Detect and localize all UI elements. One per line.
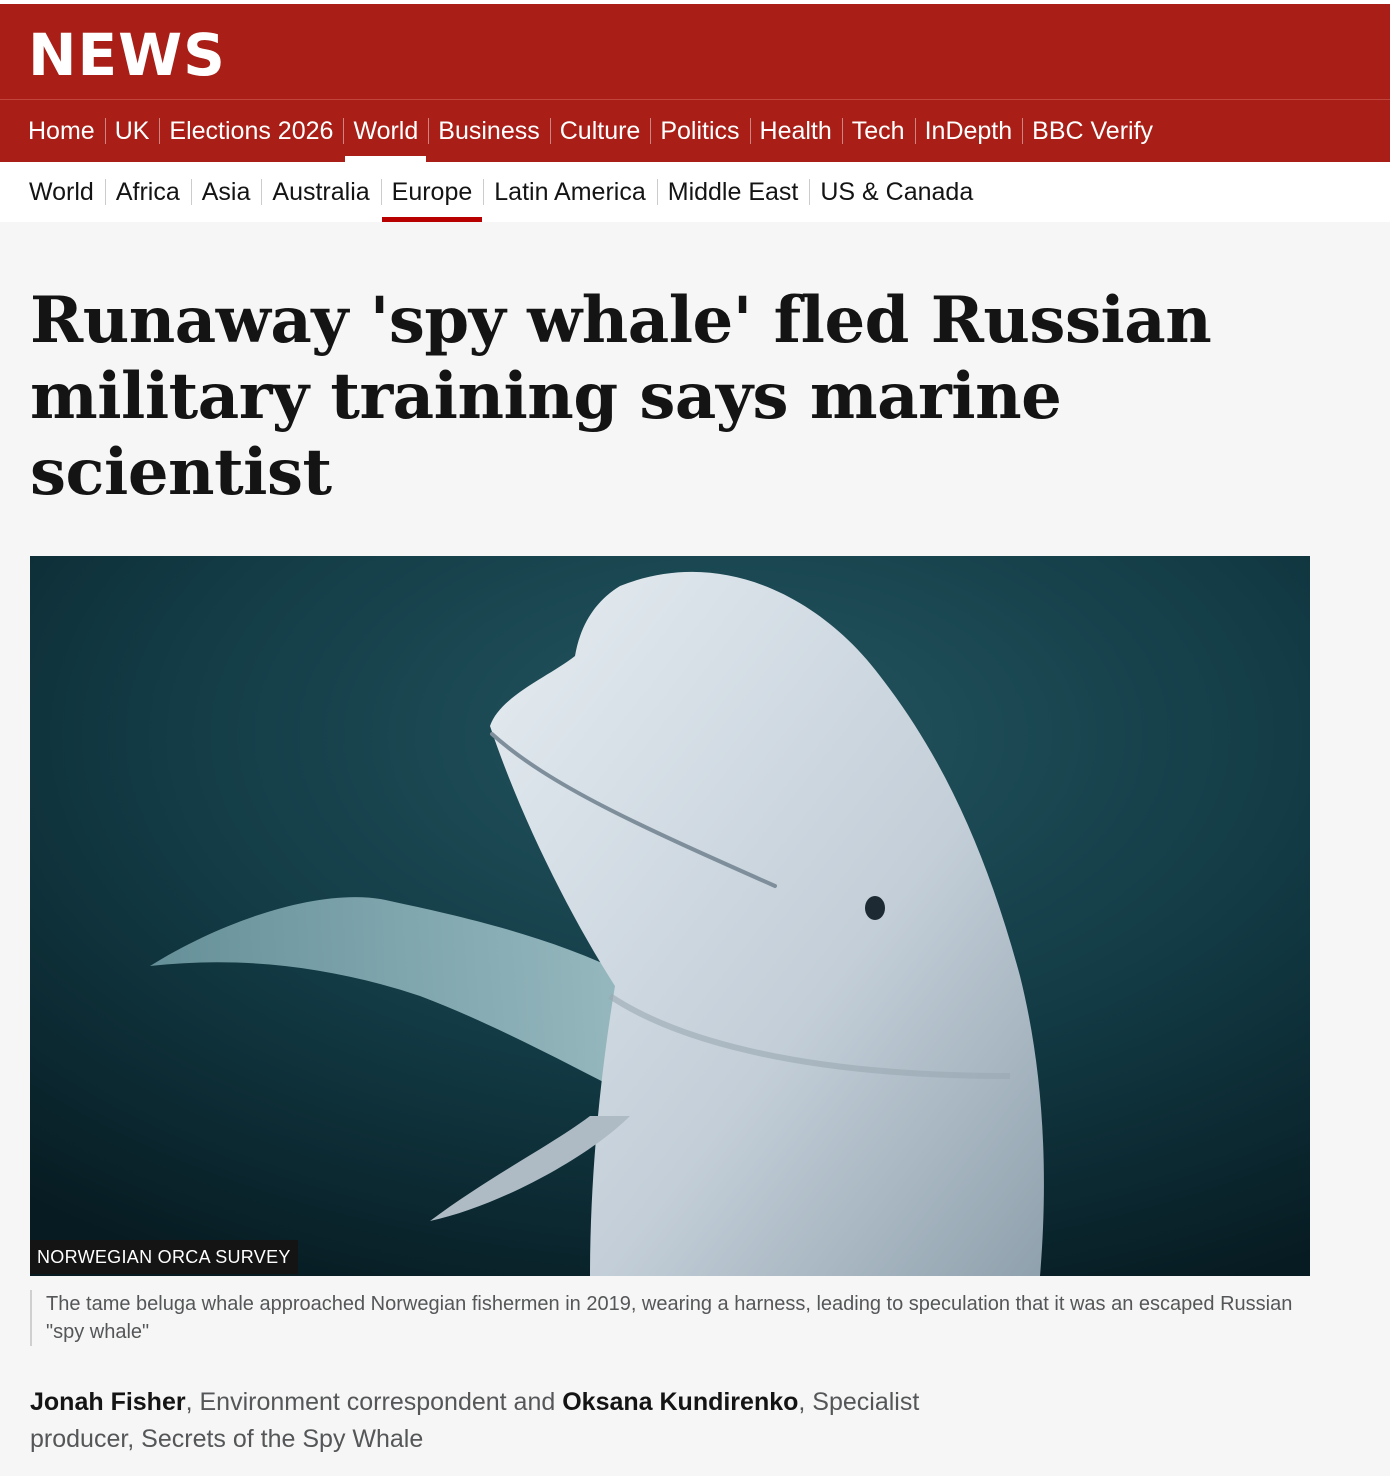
subnav-item-europe[interactable]: Europe	[380, 162, 484, 222]
nav-item-health[interactable]: Health	[749, 100, 842, 162]
author-name: Jonah Fisher	[30, 1388, 186, 1416]
subnav-item-asia[interactable]: Asia	[190, 162, 262, 222]
news-logo[interactable]: NEWS	[28, 20, 226, 90]
subnav-item-latin-america[interactable]: Latin America	[483, 162, 656, 222]
nav-item-world[interactable]: World	[343, 100, 428, 162]
subnav-item-africa[interactable]: Africa	[104, 162, 191, 222]
article-headline: Runaway 'spy whale' fled Russian militar…	[30, 283, 1212, 510]
subnav-item-world[interactable]: World	[18, 162, 105, 222]
subnav-item-us-canada[interactable]: US & Canada	[809, 162, 984, 222]
author-name: Oksana Kundirenko	[562, 1388, 799, 1416]
nav-item-culture[interactable]: Culture	[549, 100, 651, 162]
nav-item-indepth[interactable]: InDepth	[914, 100, 1023, 162]
nav-item-politics[interactable]: Politics	[650, 100, 749, 162]
masthead: NEWS Home UK Elections 2026 World Business Cu…	[0, 0, 1390, 162]
image-credit: NORWEGIAN ORCA SURVEY	[30, 1240, 298, 1274]
nav-item-home[interactable]: Home	[18, 100, 105, 162]
nav-item-business[interactable]: Business	[428, 100, 549, 162]
subnav-item-australia[interactable]: Australia	[261, 162, 380, 222]
image-caption: The tame beluga whale approached Norwegi…	[30, 1290, 1320, 1346]
secondary-nav: World Africa Asia Australia Europe Latin Amer…	[0, 162, 1390, 222]
nav-item-bbc-verify[interactable]: BBC Verify	[1022, 100, 1163, 162]
nav-item-elections-2026[interactable]: Elections 2026	[159, 100, 343, 162]
hero-image	[30, 556, 1310, 1276]
subnav-item-middle-east[interactable]: Middle East	[656, 162, 810, 222]
beluga-whale-photo	[30, 556, 1310, 1276]
nav-item-uk[interactable]: UK	[104, 100, 160, 162]
logo-bar: NEWS	[0, 0, 1390, 100]
author-role: , Environment correspondent and	[185, 1388, 563, 1416]
byline: Jonah Fisher, Environment correspondent …	[30, 1384, 990, 1458]
nav-item-tech[interactable]: Tech	[841, 100, 915, 162]
primary-nav: Home UK Elections 2026 World Business Culture…	[18, 100, 1163, 162]
